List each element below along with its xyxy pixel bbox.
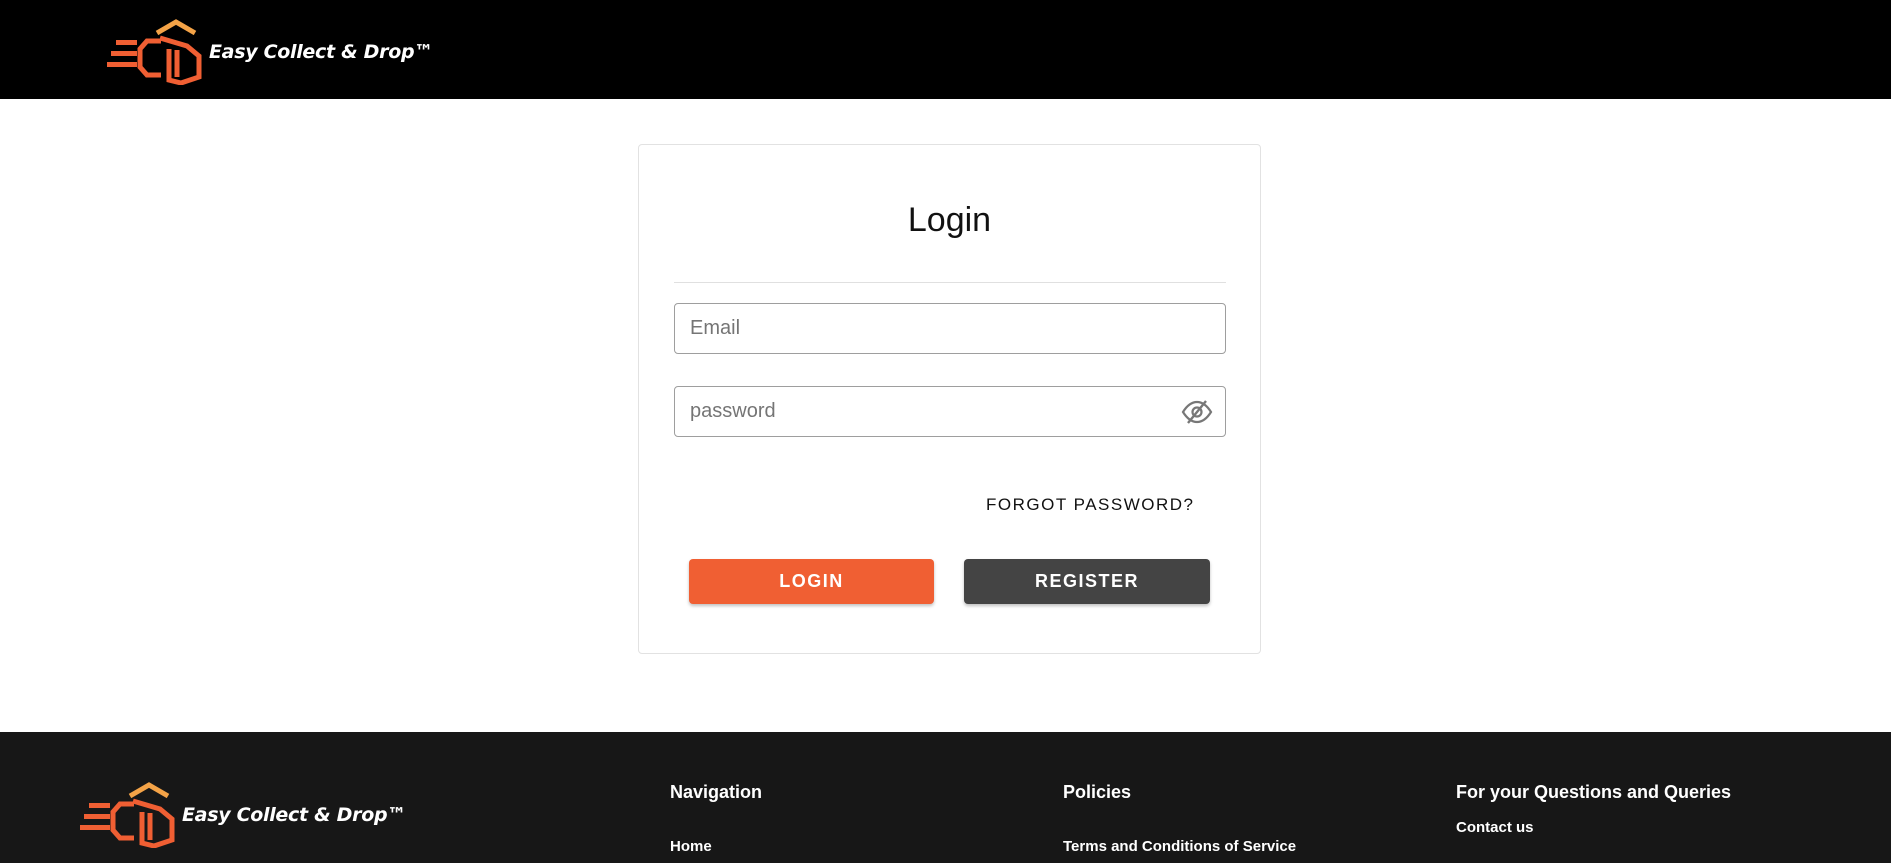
footer-questions-title: For your Questions and Queries xyxy=(1456,782,1732,802)
eye-slash-icon[interactable] xyxy=(1181,399,1213,425)
footer-navigation-title: Navigation xyxy=(670,782,763,802)
footer-logo[interactable]: Easy Collect & Drop™ xyxy=(80,782,406,848)
email-field xyxy=(674,303,1226,354)
password-input[interactable] xyxy=(675,387,1225,436)
password-field xyxy=(674,386,1226,437)
ecd-logo-icon xyxy=(80,782,175,848)
footer-questions-column: For your Questions and Queries Contact u… xyxy=(1456,782,1731,836)
footer-navigation-column: Navigation Home xyxy=(670,782,762,855)
login-button[interactable]: LOGIN xyxy=(689,559,934,604)
footer-policies-title: Policies xyxy=(1063,782,1132,802)
login-card: Login FORGOT PASSWORD? LOGIN REGISTER xyxy=(638,144,1261,654)
footer: Easy Collect & Drop™ Navigation Home Pol… xyxy=(0,732,1891,863)
login-title: Login xyxy=(907,201,992,239)
top-header: Easy Collect & Drop™ xyxy=(0,0,1891,99)
title-divider xyxy=(674,282,1226,283)
header-logo[interactable]: Easy Collect & Drop™ xyxy=(107,19,433,85)
footer-brand-name: Easy Collect & Drop™ xyxy=(182,804,406,826)
footer-link-home[interactable]: Home xyxy=(670,838,762,855)
footer-link-contact[interactable]: Contact us xyxy=(1456,819,1731,836)
brand-name: Easy Collect & Drop™ xyxy=(209,41,433,63)
email-input[interactable] xyxy=(675,304,1225,353)
forgot-password-link[interactable]: FORGOT PASSWORD? xyxy=(986,495,1195,515)
register-button[interactable]: REGISTER xyxy=(964,559,1210,604)
ecd-logo-icon xyxy=(107,19,202,85)
footer-link-terms[interactable]: Terms and Conditions of Service xyxy=(1063,838,1296,855)
footer-policies-column: Policies Terms and Conditions of Service xyxy=(1063,782,1296,855)
